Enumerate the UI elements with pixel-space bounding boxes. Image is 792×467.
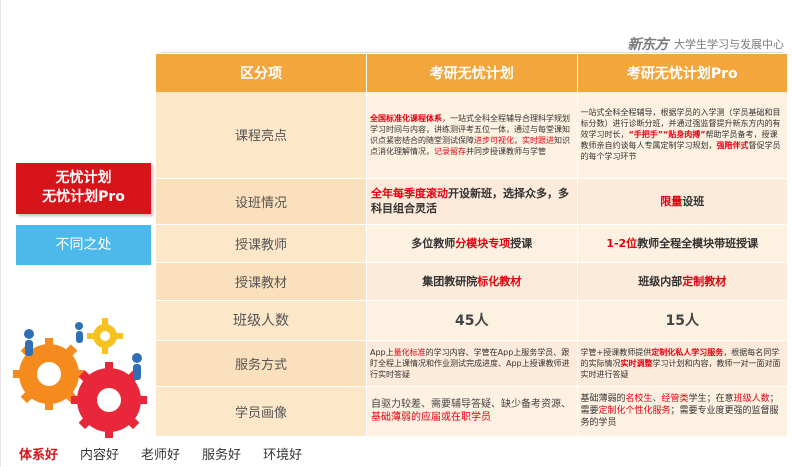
brand-subtitle: 大学生学习与发展中心: [674, 38, 784, 51]
comparison-table: 区分项 考研无忧计划 考研无忧计划Pro 课程亮点 全国标准化课程体系，一站式全…: [156, 54, 788, 437]
cell-pro-profile: 基础薄弱的名校生、经管类学生；在意班级人数；需要定制化个性化服务；需要专业度更强…: [577, 386, 788, 437]
row-label-classes: 设班情况: [156, 178, 367, 225]
cell-plan-highlights: 全国标准化课程体系，一站式全科全程辅导合理科学规划学习时间与内容，讲练测评考五位…: [366, 92, 578, 179]
bottom-tabs: 体系好 内容好 老师好 服务好 环境好: [19, 444, 302, 463]
plan-badge-line2: 无忧计划Pro: [42, 189, 125, 205]
tab-content[interactable]: 内容好: [80, 444, 119, 463]
row-label-teachers: 授课教师: [156, 224, 367, 263]
gear-icon: [87, 318, 123, 354]
slide-frame: 新东方 大学生学习与发展中心 无忧计划 无忧计划Pro 不同之处 区分项 考研无…: [0, 0, 792, 467]
cell-plan-classes: 全年每季度滚动开设新班，选择众多，多科目组合灵活: [366, 178, 578, 225]
tab-environment[interactable]: 环境好: [263, 444, 302, 463]
table-row: 授课教材 集团教研院标化教材 班级内部定制教材: [156, 262, 788, 301]
plan-badge: 无忧计划 无忧计划Pro: [16, 163, 151, 214]
tab-teachers[interactable]: 老师好: [141, 444, 180, 463]
row-label-profile: 学员画像: [156, 386, 367, 437]
col-header-item: 区分项: [156, 54, 367, 92]
table-row: 学员画像 自驱力较差、需要辅导答疑、缺少备考资源、基础薄弱的应届或在职学员 基础…: [156, 386, 788, 437]
row-label-size: 班级人数: [156, 300, 367, 341]
col-header-plan: 考研无忧计划: [366, 54, 578, 92]
differences-label: 不同之处: [16, 225, 151, 265]
col-header-plan-pro: 考研无忧计划Pro: [577, 54, 788, 92]
table-row: 服务方式 App上量化标准的学习内容、学管在App上服务学员、跟盯全程上课情况和…: [156, 340, 788, 387]
cell-pro-size: 15人: [577, 300, 788, 341]
tab-system[interactable]: 体系好: [19, 444, 58, 463]
header-divider: [161, 52, 784, 53]
gears-illustration: [13, 318, 147, 438]
cell-plan-profile: 自驱力较差、需要辅导答疑、缺少备考资源、基础薄弱的应届或在职学员: [366, 386, 578, 437]
brand-logo: 新东方: [627, 37, 669, 53]
cell-plan-service: App上量化标准的学习内容、学管在App上服务学员、跟盯全程上课情况和作业测试完…: [366, 340, 578, 387]
cell-pro-service: 学管+授课教师提供定制化私人学习服务，根据每名同学的实际情况实时调整学习计划和内…: [577, 340, 788, 387]
cell-pro-materials: 班级内部定制教材: [577, 262, 788, 301]
table-row: 班级人数 45人 15人: [156, 300, 788, 341]
cell-plan-materials: 集团教研院标化教材: [366, 262, 578, 301]
table-header-row: 区分项 考研无忧计划 考研无忧计划Pro: [156, 54, 788, 92]
table-row: 授课教师 多位教师分模块专项授课 1-2位教师全程全模块带班授课: [156, 224, 788, 263]
plan-badge-line1: 无忧计划: [55, 170, 112, 186]
cell-plan-teachers: 多位教师分模块专项授课: [366, 224, 578, 263]
cell-pro-highlights: 一站式全科全程辅导，根据学员的入学测（学员基础和目标分数）进行诊断分班，并通过强…: [577, 92, 788, 179]
table-row: 设班情况 全年每季度滚动开设新班，选择众多，多科目组合灵活 限量设班: [156, 178, 788, 225]
tab-service[interactable]: 服务好: [202, 444, 241, 463]
table-row: 课程亮点 全国标准化课程体系，一站式全科全程辅导合理科学规划学习时间与内容，讲练…: [156, 92, 788, 179]
cell-plan-size: 45人: [366, 300, 578, 341]
row-label-materials: 授课教材: [156, 262, 367, 301]
cell-pro-teachers: 1-2位教师全程全模块带班授课: [577, 224, 788, 263]
row-label-service: 服务方式: [156, 340, 367, 387]
cell-pro-classes: 限量设班: [577, 178, 788, 225]
brand-header: 新东方 大学生学习与发展中心: [628, 34, 785, 54]
row-label-highlights: 课程亮点: [156, 92, 367, 179]
